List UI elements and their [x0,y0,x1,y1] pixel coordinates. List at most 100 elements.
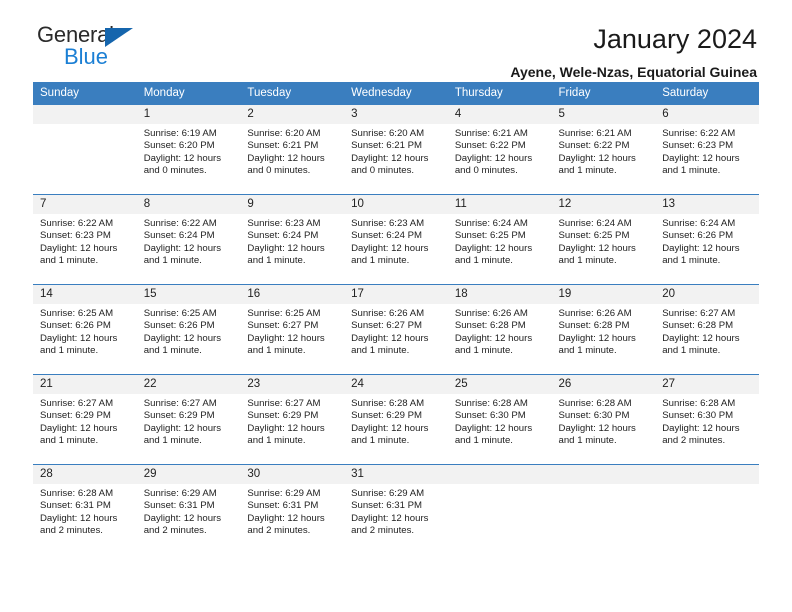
sunset-text: Sunset: 6:27 PM [351,320,423,332]
day-number: 29 [136,465,241,484]
daylight-text-line2: and 1 minute. [454,255,513,267]
day-number: 24 [344,375,448,394]
daylight-text-line1: Daylight: 12 hours [143,422,222,434]
sunrise-text: Sunrise: 6:27 AM [247,398,321,409]
calendar-day-cell[interactable]: 20 Sunrise: 6:27 AM Sunset: 6:28 PM Dayligh… [655,284,759,375]
day-details: Sunrise: 6:28 AM Sunset: 6:31 PM Daylight:… [33,484,137,538]
calendar-day-cell[interactable]: 7 Sunrise: 6:22 AM Sunset: 6:23 PM Daylight… [33,194,137,285]
calendar-day-cell[interactable]: 5 Sunrise: 6:21 AM Sunset: 6:22 PM Daylight… [551,104,656,195]
daylight-text-line2: and 2 minutes. [247,525,311,537]
day-number: 9 [240,195,345,214]
calendar-day-cell[interactable]: 27 Sunrise: 6:28 AM Sunset: 6:30 PM Dayligh… [655,374,759,465]
sunset-text: Sunset: 6:24 PM [143,230,215,242]
sunset-text: Sunset: 6:25 PM [558,230,630,242]
calendar-day-cell[interactable]: 15 Sunrise: 6:25 AM Sunset: 6:26 PM Dayligh… [136,284,241,375]
calendar-day-cell[interactable]: 17 Sunrise: 6:26 AM Sunset: 6:27 PM Dayligh… [344,284,448,375]
calendar-day-cell[interactable]: 16 Sunrise: 6:25 AM Sunset: 6:27 PM Dayligh… [240,284,345,375]
calendar-day-cell[interactable]: 6 Sunrise: 6:22 AM Sunset: 6:23 PM Daylight… [655,104,759,195]
calendar-day-cell[interactable]: 25 Sunrise: 6:28 AM Sunset: 6:30 PM Dayligh… [447,374,552,465]
calendar-week-row: 21 Sunrise: 6:27 AM Sunset: 6:29 PM Dayligh… [33,374,759,465]
day-number [655,465,759,484]
calendar-day-cell[interactable]: 29 Sunrise: 6:29 AM Sunset: 6:31 PM Dayligh… [136,464,241,555]
day-number: 7 [33,195,137,214]
calendar-day-cell[interactable]: 30 Sunrise: 6:29 AM Sunset: 6:31 PM Dayligh… [240,464,345,555]
day-details: Sunrise: 6:20 AM Sunset: 6:21 PM Daylight:… [344,124,448,178]
daylight-text-line2: and 2 minutes. [143,525,207,537]
calendar-day-cell[interactable]: 9 Sunrise: 6:23 AM Sunset: 6:24 PM Daylight… [240,194,345,285]
calendar-day-cell[interactable]: 24 Sunrise: 6:28 AM Sunset: 6:29 PM Dayligh… [344,374,448,465]
day-details: Sunrise: 6:22 AM Sunset: 6:23 PM Daylight:… [33,214,137,268]
calendar-day-cell[interactable]: 31 Sunrise: 6:29 AM Sunset: 6:31 PM Dayligh… [344,464,448,555]
sunset-text: Sunset: 6:30 PM [454,410,526,422]
daylight-text-line1: Daylight: 12 hours [351,422,429,434]
calendar-day-cell[interactable]: 26 Sunrise: 6:28 AM Sunset: 6:30 PM Dayligh… [551,374,656,465]
day-number: 8 [136,195,241,214]
daylight-text-line2: and 1 minute. [558,345,617,357]
weekday-header-saturday: Saturday [655,82,759,105]
sunset-text: Sunset: 6:28 PM [662,320,734,332]
daylight-text-line2: and 0 minutes. [143,165,207,177]
sunset-text: Sunset: 6:22 PM [558,140,630,152]
calendar-day-cell[interactable]: 8 Sunrise: 6:22 AM Sunset: 6:24 PM Daylight… [136,194,241,285]
calendar-day-cell[interactable]: 13 Sunrise: 6:24 AM Sunset: 6:26 PM Dayligh… [655,194,759,285]
daylight-text-line1: Daylight: 12 hours [454,332,533,344]
sunrise-text: Sunrise: 6:29 AM [143,488,217,499]
sunset-text: Sunset: 6:26 PM [143,320,215,332]
day-details: Sunrise: 6:27 AM Sunset: 6:29 PM Daylight:… [240,394,344,448]
day-details: Sunrise: 6:23 AM Sunset: 6:24 PM Daylight:… [240,214,344,268]
daylight-text-line2: and 1 minute. [247,435,306,447]
daylight-text-line2: and 1 minute. [454,435,513,447]
sunset-text: Sunset: 6:29 PM [143,410,215,422]
calendar-day-cell[interactable]: 4 Sunrise: 6:21 AM Sunset: 6:22 PM Daylight… [447,104,552,195]
sunrise-text: Sunrise: 6:28 AM [558,398,632,409]
daylight-text-line2: and 0 minutes. [351,165,415,177]
daylight-text-line2: and 1 minute. [40,435,99,447]
day-number: 15 [136,285,241,304]
day-number: 31 [344,465,448,484]
calendar-day-cell[interactable]: 18 Sunrise: 6:26 AM Sunset: 6:28 PM Dayligh… [447,284,552,375]
calendar-day-cell[interactable]: 21 Sunrise: 6:27 AM Sunset: 6:29 PM Dayligh… [33,374,137,465]
calendar-cell-empty [551,464,656,555]
day-details: Sunrise: 6:19 AM Sunset: 6:20 PM Daylight:… [137,124,241,178]
weekday-header-monday: Monday [136,82,241,105]
sunset-text: Sunset: 6:26 PM [40,320,111,332]
sunrise-text: Sunrise: 6:21 AM [454,128,528,139]
daylight-text-line1: Daylight: 12 hours [247,242,325,254]
daylight-text-line1: Daylight: 12 hours [558,242,636,254]
day-details: Sunrise: 6:25 AM Sunset: 6:27 PM Daylight:… [240,304,344,358]
calendar-day-cell[interactable]: 3 Sunrise: 6:20 AM Sunset: 6:21 PM Daylight… [344,104,448,195]
calendar-day-cell[interactable]: 23 Sunrise: 6:27 AM Sunset: 6:29 PM Dayligh… [240,374,345,465]
sunset-text: Sunset: 6:20 PM [143,140,215,152]
calendar-day-cell[interactable]: 28 Sunrise: 6:28 AM Sunset: 6:31 PM Dayligh… [33,464,137,555]
sunrise-text: Sunrise: 6:24 AM [454,218,528,229]
day-number: 17 [344,285,448,304]
daylight-text-line1: Daylight: 12 hours [351,332,429,344]
weekday-header-wednesday: Wednesday [344,82,448,105]
day-details: Sunrise: 6:26 AM Sunset: 6:28 PM Daylight:… [552,304,656,358]
daylight-text-line2: and 1 minute. [351,435,410,447]
daylight-text-line1: Daylight: 12 hours [351,242,429,254]
day-number: 22 [136,375,241,394]
daylight-text-line2: and 1 minute. [351,345,410,357]
day-details: Sunrise: 6:26 AM Sunset: 6:27 PM Daylight:… [344,304,448,358]
daylight-text-line1: Daylight: 12 hours [351,152,429,164]
calendar-day-cell[interactable]: 14 Sunrise: 6:25 AM Sunset: 6:26 PM Dayligh… [33,284,137,375]
daylight-text-line1: Daylight: 12 hours [558,332,636,344]
daylight-text-line1: Daylight: 12 hours [143,152,222,164]
calendar-day-cell[interactable]: 11 Sunrise: 6:24 AM Sunset: 6:25 PM Dayligh… [447,194,552,285]
calendar-week-row: 14 Sunrise: 6:25 AM Sunset: 6:26 PM Dayligh… [33,284,759,375]
calendar-day-cell[interactable]: 10 Sunrise: 6:23 AM Sunset: 6:24 PM Dayligh… [344,194,448,285]
calendar-day-cell[interactable]: 2 Sunrise: 6:20 AM Sunset: 6:21 PM Daylight… [240,104,345,195]
sunset-text: Sunset: 6:27 PM [247,320,319,332]
sunrise-text: Sunrise: 6:26 AM [454,308,528,319]
day-details: Sunrise: 6:24 AM Sunset: 6:25 PM Daylight:… [448,214,552,268]
sunrise-text: Sunrise: 6:24 AM [558,218,632,229]
calendar-day-cell[interactable]: 19 Sunrise: 6:26 AM Sunset: 6:28 PM Dayligh… [551,284,656,375]
daylight-text-line1: Daylight: 12 hours [247,152,325,164]
calendar-day-cell[interactable]: 1 Sunrise: 6:19 AM Sunset: 6:20 PM Daylight… [136,104,241,195]
general-blue-logo[interactable]: General Blue [37,24,187,76]
calendar-day-cell[interactable]: 12 Sunrise: 6:24 AM Sunset: 6:25 PM Dayligh… [551,194,656,285]
sunrise-text: Sunrise: 6:20 AM [247,128,321,139]
calendar-day-cell[interactable]: 22 Sunrise: 6:27 AM Sunset: 6:29 PM Dayligh… [136,374,241,465]
sunset-text: Sunset: 6:21 PM [351,140,423,152]
